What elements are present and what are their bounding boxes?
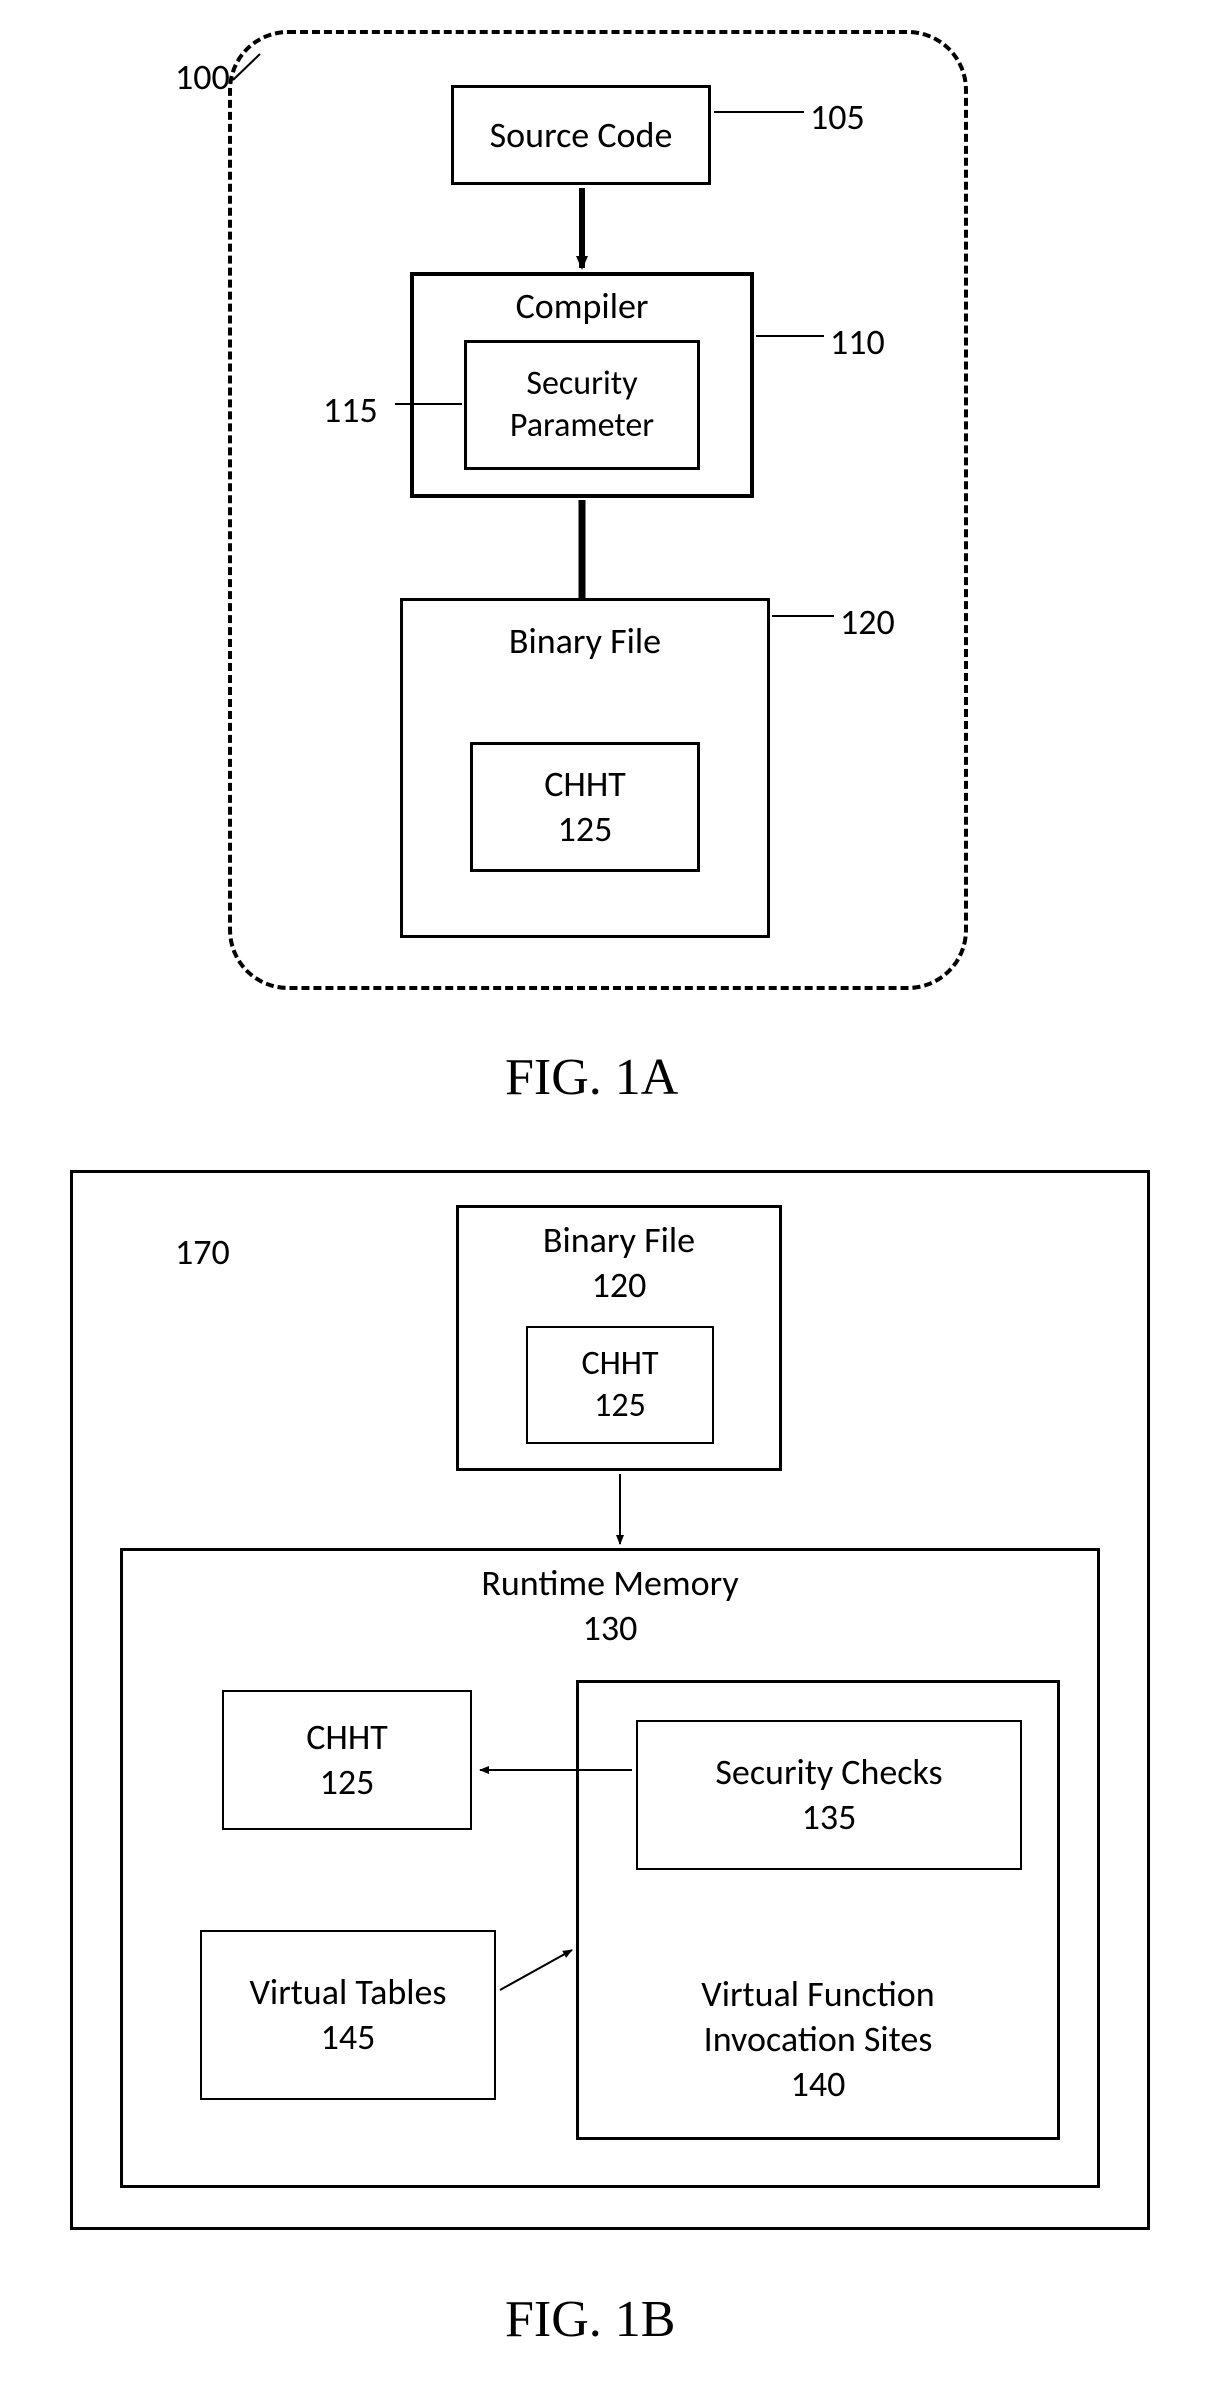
ref-115: 115 (323, 388, 378, 432)
virtual-tables-ref: 145 (321, 2015, 376, 2060)
chht-label-1b-l2: 125 (320, 1760, 375, 1805)
security-checks-label: Security Checks (715, 1750, 942, 1795)
chht-label-1a-line2: 125 (558, 807, 613, 852)
fig1b-caption: FIG. 1B (505, 2290, 675, 2349)
security-checks-box: Security Checks 135 (636, 1720, 1022, 1870)
chht-label-1b-top2: 125 (594, 1385, 646, 1428)
virtual-tables-box: Virtual Tables 145 (200, 1930, 496, 2100)
chht-label-1a-line1: CHHT (544, 762, 626, 807)
ref-105: 105 (810, 95, 865, 139)
ref-170: 170 (175, 1230, 230, 1274)
virtual-tables-label: Virtual Tables (250, 1970, 447, 2015)
vf-invocation-ref: 140 (791, 2062, 846, 2107)
chht-label-1b-l1: CHHT (306, 1715, 388, 1760)
source-code-label: Source Code (490, 113, 673, 158)
compiler-label: Compiler (516, 284, 649, 329)
runtime-memory-ref: 130 (583, 1606, 638, 1651)
fig1a-caption: FIG. 1A (505, 1048, 678, 1107)
source-code-box: Source Code (451, 85, 711, 185)
runtime-memory-label: Runtime Memory (481, 1561, 738, 1606)
vf-invocation-label: Virtual Function Invocation Sites (701, 1972, 934, 2062)
ref-100: 100 (175, 55, 230, 99)
chht-box-1b-left: CHHT 125 (222, 1690, 472, 1830)
ref-110: 110 (830, 320, 885, 364)
chht-box-1a: CHHT 125 (470, 742, 700, 872)
security-parameter-box: Security Parameter (464, 340, 700, 470)
ref-120-1a: 120 (840, 600, 895, 644)
chht-label-1b-top1: CHHT (581, 1343, 658, 1386)
security-parameter-label: Security Parameter (510, 363, 654, 448)
page: 100 Source Code 105 Compiler 110 Securit… (0, 0, 1217, 2386)
binary-file-label-1b: Binary File (543, 1218, 695, 1263)
binary-file-label-1a: Binary File (509, 619, 661, 664)
chht-box-1b-top: CHHT 125 (526, 1326, 714, 1444)
security-checks-ref: 135 (802, 1795, 857, 1840)
binary-file-ref-1b: 120 (592, 1263, 647, 1308)
